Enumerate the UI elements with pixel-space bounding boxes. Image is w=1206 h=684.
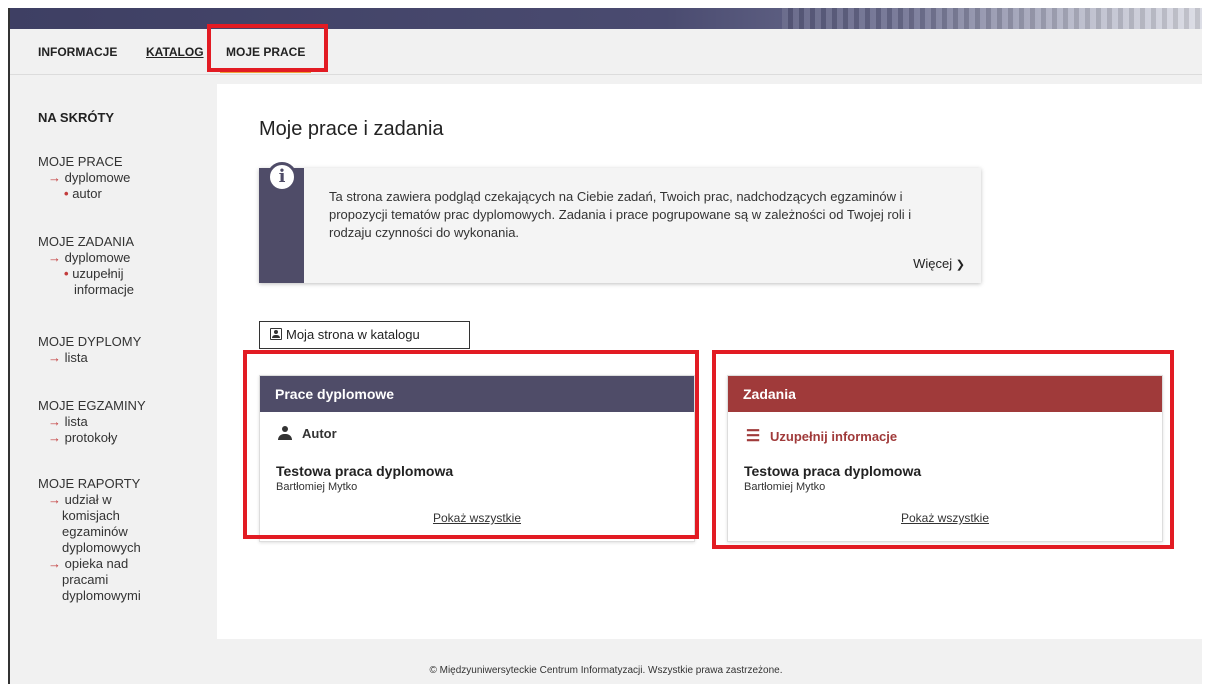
sidebar-link-udzial-w-komisjach[interactable]: → udział w komisjach egzaminów dyplomowy… (38, 492, 141, 556)
arrow-right-icon: → (48, 556, 61, 571)
sidebar-link-lista[interactable]: → lista (38, 414, 146, 430)
sidebar-link-dyplomowe[interactable]: → dyplomowe (38, 170, 130, 186)
person-icon (276, 426, 294, 441)
sidebar-sublink-autor[interactable]: • autor (38, 186, 130, 202)
checklist-icon: ☰ (745, 428, 761, 445)
top-navigation: INFORMACJE KATALOG MOJE PRACE (10, 29, 1202, 75)
sidebar-link-label: protokoły (64, 430, 118, 445)
thesis-title: Testowa praca dyplomowa (276, 463, 454, 479)
show-all-link[interactable]: Pokaż wszystkie (728, 511, 1162, 525)
sidebar-group-moje-dyplomy: MOJE DYPLOMY → lista (38, 334, 141, 366)
sidebar-sublink-label: uzupełnij (72, 266, 124, 281)
chevron-down-icon: ❯ (955, 259, 965, 271)
sidebar-title: NA SKRÓTY (38, 110, 115, 125)
arrow-right-icon: → (48, 414, 61, 429)
page-title: Moje prace i zadania (259, 118, 444, 140)
sidebar-heading: MOJE DYPLOMY (38, 334, 142, 349)
thesis-author: Bartłomiej Mytko (276, 481, 358, 493)
sidebar-link-lista[interactable]: → lista (38, 350, 141, 366)
main-content: Moje prace i zadania i Ta strona zawiera… (217, 84, 1204, 639)
footer: © Międzyuniwersyteckie Centrum Informaty… (429, 665, 783, 676)
active-tab-indicator (220, 70, 312, 73)
info-panel: i Ta strona zawiera podgląd czekających … (259, 162, 981, 283)
sidebar-group-moje-egzaminy: MOJE EGZAMINY → lista → protokoły (38, 398, 146, 446)
sidebar-link-label-line2: pracami (62, 572, 109, 587)
sidebar-link-label-line4: dyplomowych (62, 540, 141, 555)
bullet-icon: • (64, 266, 69, 281)
sidebar-sublink-label-line2: informacje (74, 282, 134, 297)
arrow-right-icon: → (48, 170, 61, 185)
sidebar-link-label-line3: dyplomowymi (62, 588, 141, 603)
sidebar-heading: MOJE ZADANIA (38, 234, 135, 249)
card-zadania: Zadania ☰ Uzupełnij informacje Testowa pr… (727, 375, 1163, 542)
bullet-icon: • (64, 186, 69, 201)
info-icon: i (267, 162, 297, 192)
sidebar-group-moje-raporty: MOJE RAPORTY → udział w komisjach egzami… (38, 476, 141, 604)
sidebar-link-label: dyplomowe (64, 170, 131, 185)
card-header: Prace dyplomowe (260, 376, 694, 412)
card-role: ☰ Uzupełnij informacje (744, 426, 897, 446)
tab-informacje[interactable]: INFORMACJE (38, 29, 117, 75)
sidebar-group-moje-prace: MOJE PRACE → dyplomowe • autor (38, 154, 130, 202)
catalog-page-button-label: Moja strona w katalogu (286, 327, 420, 342)
more-toggle[interactable]: Więcej ❯ (913, 256, 965, 271)
arrow-right-icon: → (48, 350, 61, 365)
sidebar-link-protokoly[interactable]: → protokoły (38, 430, 146, 446)
header-banner (10, 8, 1202, 29)
sidebar-sublink-label: autor (72, 186, 102, 201)
sidebar-link-label-line2: komisjach (62, 508, 120, 523)
show-all-link[interactable]: Pokaż wszystkie (260, 511, 694, 525)
arrow-right-icon: → (48, 250, 61, 265)
profile-card-icon (270, 328, 282, 340)
arrow-right-icon: → (48, 430, 61, 445)
card-prace-dyplomowe: Prace dyplomowe Autor Testowa praca dypl… (259, 375, 695, 542)
sidebar-link-label-line3: egzaminów (62, 524, 128, 539)
sidebar-link-label: lista (64, 350, 88, 365)
sidebar-link-label: dyplomowe (64, 250, 131, 265)
sidebar: NA SKRÓTY MOJE PRACE → dyplomowe • autor… (10, 84, 217, 639)
catalog-page-button[interactable]: Moja strona w katalogu (259, 321, 470, 349)
sidebar-link-opieka-nad-pracami[interactable]: → opieka nad pracami dyplomowymi (38, 556, 141, 604)
sidebar-heading: MOJE EGZAMINY (38, 398, 146, 413)
card-role: Autor (276, 426, 337, 441)
sidebar-group-moje-zadania: MOJE ZADANIA → dyplomowe • uzupełnij info… (38, 234, 134, 298)
tab-moje-prace[interactable]: MOJE PRACE (220, 29, 312, 75)
sidebar-heading: MOJE RAPORTY (38, 476, 141, 491)
tab-katalog[interactable]: KATALOG (146, 29, 204, 75)
sidebar-link-dyplomowe[interactable]: → dyplomowe (38, 250, 134, 266)
sidebar-link-label: udział w (64, 492, 112, 507)
more-toggle-label: Więcej (913, 256, 953, 271)
card-role-label: Autor (302, 426, 337, 441)
tab-moje-prace-label: MOJE PRACE (226, 45, 306, 59)
thesis-title: Testowa praca dyplomowa (744, 463, 922, 479)
card-header: Zadania (728, 376, 1162, 412)
arrow-right-icon: → (48, 492, 61, 507)
thesis-author: Bartłomiej Mytko (744, 481, 826, 493)
sidebar-sublink-uzupelnij-informacje[interactable]: • uzupełnij informacje (38, 266, 134, 298)
sidebar-link-label: opieka nad (64, 556, 129, 571)
info-text: Ta strona zawiera podgląd czekających na… (329, 189, 912, 240)
sidebar-heading: MOJE PRACE (38, 154, 123, 169)
app-frame: INFORMACJE KATALOG MOJE PRACE NA SKRÓTY … (8, 8, 1204, 684)
sidebar-link-label: lista (64, 414, 88, 429)
card-role-label: Uzupełnij informacje (770, 429, 898, 444)
